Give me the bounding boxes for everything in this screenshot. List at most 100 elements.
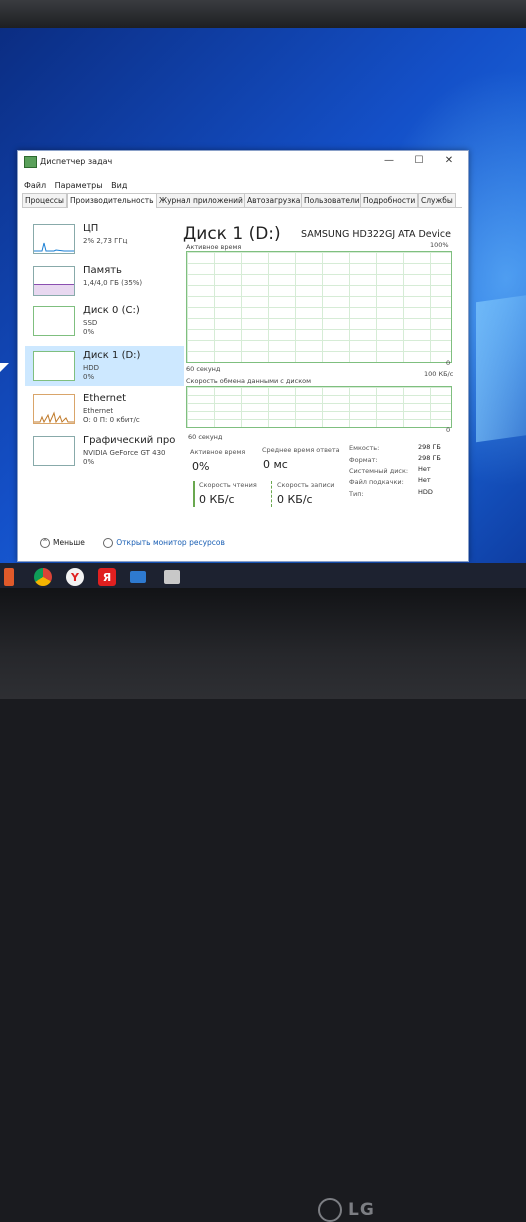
yandex-browser-icon[interactable]: Y <box>66 568 84 586</box>
memory-thumbnail-graph <box>33 266 75 296</box>
info-page-file-label: Файл подкачки: <box>349 478 404 486</box>
info-type-label: Тип: <box>349 490 364 498</box>
info-type-value: HDD <box>418 488 433 496</box>
disk-usage: 0% <box>83 328 95 336</box>
sidebar-item-detail: HDD 0% <box>83 364 99 382</box>
info-system-disk-value: Нет <box>418 465 431 473</box>
tab-bar: Процессы Производительность Журнал прило… <box>22 193 462 208</box>
sidebar-item-label: Диск 1 (D:) <box>83 350 141 361</box>
maximize-button[interactable]: ☐ <box>408 154 430 168</box>
write-rate-bar <box>271 481 272 507</box>
disk-usage: 0% <box>83 373 95 381</box>
sidebar-item-detail: 2% 2,73 ГГц <box>83 237 128 245</box>
cpu-thumbnail-graph <box>33 224 75 254</box>
monitor-bezel: LG <box>0 588 526 1222</box>
response-time-value: 0 мс <box>263 458 288 471</box>
footer: ^ Меньше Открыть монитор ресурсов <box>40 538 225 548</box>
menu-view[interactable]: Вид <box>111 181 127 190</box>
resource-monitor-label: Открыть монитор ресурсов <box>116 538 225 547</box>
graph1-max: 100% <box>430 241 449 249</box>
sidebar-item-cpu[interactable]: ЦП 2% 2,73 ГГц <box>28 219 180 259</box>
write-rate-value: 0 КБ/с <box>277 493 313 506</box>
file-explorer-icon[interactable] <box>4 568 14 586</box>
write-rate-label: Скорость записи <box>277 481 335 489</box>
ethernet-thumbnail-graph <box>33 394 75 424</box>
close-button[interactable]: ✕ <box>438 154 460 168</box>
tab-startup[interactable]: Автозагрузка <box>244 193 304 207</box>
monitor-brand-text: LG <box>348 1200 375 1220</box>
sidebar-item-label: Память <box>83 265 122 276</box>
tab-app-history[interactable]: Журнал приложений <box>156 193 246 207</box>
menu-file[interactable]: Файл <box>24 181 46 190</box>
mouse-cursor-icon <box>0 363 9 372</box>
disk-type: HDD <box>83 364 100 372</box>
window-title: Диспетчер задач <box>40 157 113 166</box>
info-formatted-value: 298 ГБ <box>418 454 441 462</box>
network-throughput: О: 0 П: 0 кбит/с <box>83 416 140 424</box>
sidebar-item-memory[interactable]: Память 1,4/4,0 ГБ (35%) <box>28 261 180 301</box>
disk-model: SAMSUNG HD322GJ ATA Device <box>301 229 451 240</box>
lg-logo-icon <box>318 1198 342 1222</box>
graph2-min: 0 <box>446 426 451 434</box>
monitor-brand: LG <box>318 1198 375 1222</box>
disk0-thumbnail-graph <box>33 306 75 336</box>
tab-users[interactable]: Пользователи <box>301 193 363 207</box>
memory-fill <box>34 284 74 295</box>
graph1-label: Активное время <box>186 243 242 251</box>
adapter-name: Ethernet <box>83 407 114 415</box>
tab-services[interactable]: Службы <box>418 193 456 207</box>
sidebar-item-detail: NVIDIA GeForce GT 430 0% <box>83 449 166 467</box>
taskbar: Y Я <box>0 563 526 591</box>
wallpaper-windows-logo <box>476 293 526 443</box>
chevron-up-icon[interactable]: ^ <box>40 538 50 548</box>
task-manager-taskbar-icon[interactable] <box>130 571 146 583</box>
sidebar-item-detail: Ethernet О: 0 П: 0 кбит/с <box>83 407 140 425</box>
response-time-label: Среднее время ответа <box>262 446 340 454</box>
yandex-icon[interactable]: Я <box>98 568 116 586</box>
fewer-details-link[interactable]: Меньше <box>53 538 85 547</box>
transfer-rate-graph <box>186 386 452 428</box>
page-title: Диск 1 (D:) <box>183 224 281 244</box>
active-time-graph <box>186 251 452 363</box>
chrome-icon[interactable] <box>34 568 52 586</box>
sidebar-item-detail: SSD 0% <box>83 319 97 337</box>
info-page-file-value: Нет <box>418 476 431 484</box>
info-capacity-value: 298 ГБ <box>418 443 441 451</box>
info-capacity-label: Емкость: <box>349 444 380 452</box>
task-manager-window: Диспетчер задач — ☐ ✕ Файл Параметры Вид… <box>17 150 469 562</box>
sidebar-item-disk0[interactable]: Диск 0 (C:) SSD 0% <box>28 301 180 341</box>
sidebar-item-label: Графический про <box>83 435 176 446</box>
resource-monitor-icon <box>103 538 114 548</box>
graph1-time: 60 секунд <box>186 365 221 373</box>
app-taskbar-icon[interactable] <box>164 570 180 584</box>
active-time-value: 0% <box>192 460 210 473</box>
disk-type: SSD <box>83 319 98 327</box>
gpu-model: NVIDIA GeForce GT 430 <box>83 449 166 457</box>
sidebar-item-label: ЦП <box>83 223 99 234</box>
gpu-usage: 0% <box>83 458 95 466</box>
gpu-thumbnail-graph <box>33 436 75 466</box>
resource-monitor-link[interactable]: Открыть монитор ресурсов <box>103 538 225 548</box>
minimize-button[interactable]: — <box>378 154 400 168</box>
read-rate-bar <box>193 481 195 507</box>
sidebar-item-label: Ethernet <box>83 393 127 404</box>
ethernet-sparkline <box>34 411 74 424</box>
graph2-label: Скорость обмена данными с диском <box>186 377 312 385</box>
sidebar-item-label: Диск 0 (C:) <box>83 305 140 316</box>
monitor-top-bezel <box>0 0 526 28</box>
info-formatted-label: Формат: <box>349 456 378 464</box>
sidebar-item-detail: 1,4/4,0 ГБ (35%) <box>83 279 143 287</box>
menu-options[interactable]: Параметры <box>55 181 103 190</box>
menu-bar: Файл Параметры Вид <box>24 181 133 190</box>
info-system-disk-label: Системный диск: <box>349 467 409 475</box>
title-bar[interactable]: Диспетчер задач — ☐ ✕ <box>18 151 468 171</box>
disk1-thumbnail-graph <box>33 351 75 381</box>
sidebar-item-ethernet[interactable]: Ethernet Ethernet О: 0 П: 0 кбит/с <box>28 389 180 429</box>
tab-details[interactable]: Подробности <box>360 193 419 207</box>
sidebar-item-gpu[interactable]: Графический про NVIDIA GeForce GT 430 0% <box>28 431 180 471</box>
sidebar-item-disk1[interactable]: Диск 1 (D:) HDD 0% <box>25 346 184 386</box>
read-rate-label: Скорость чтения <box>199 481 257 489</box>
tab-processes[interactable]: Процессы <box>22 193 67 207</box>
tab-performance[interactable]: Производительность <box>67 193 157 208</box>
read-rate-value: 0 КБ/с <box>199 493 235 506</box>
